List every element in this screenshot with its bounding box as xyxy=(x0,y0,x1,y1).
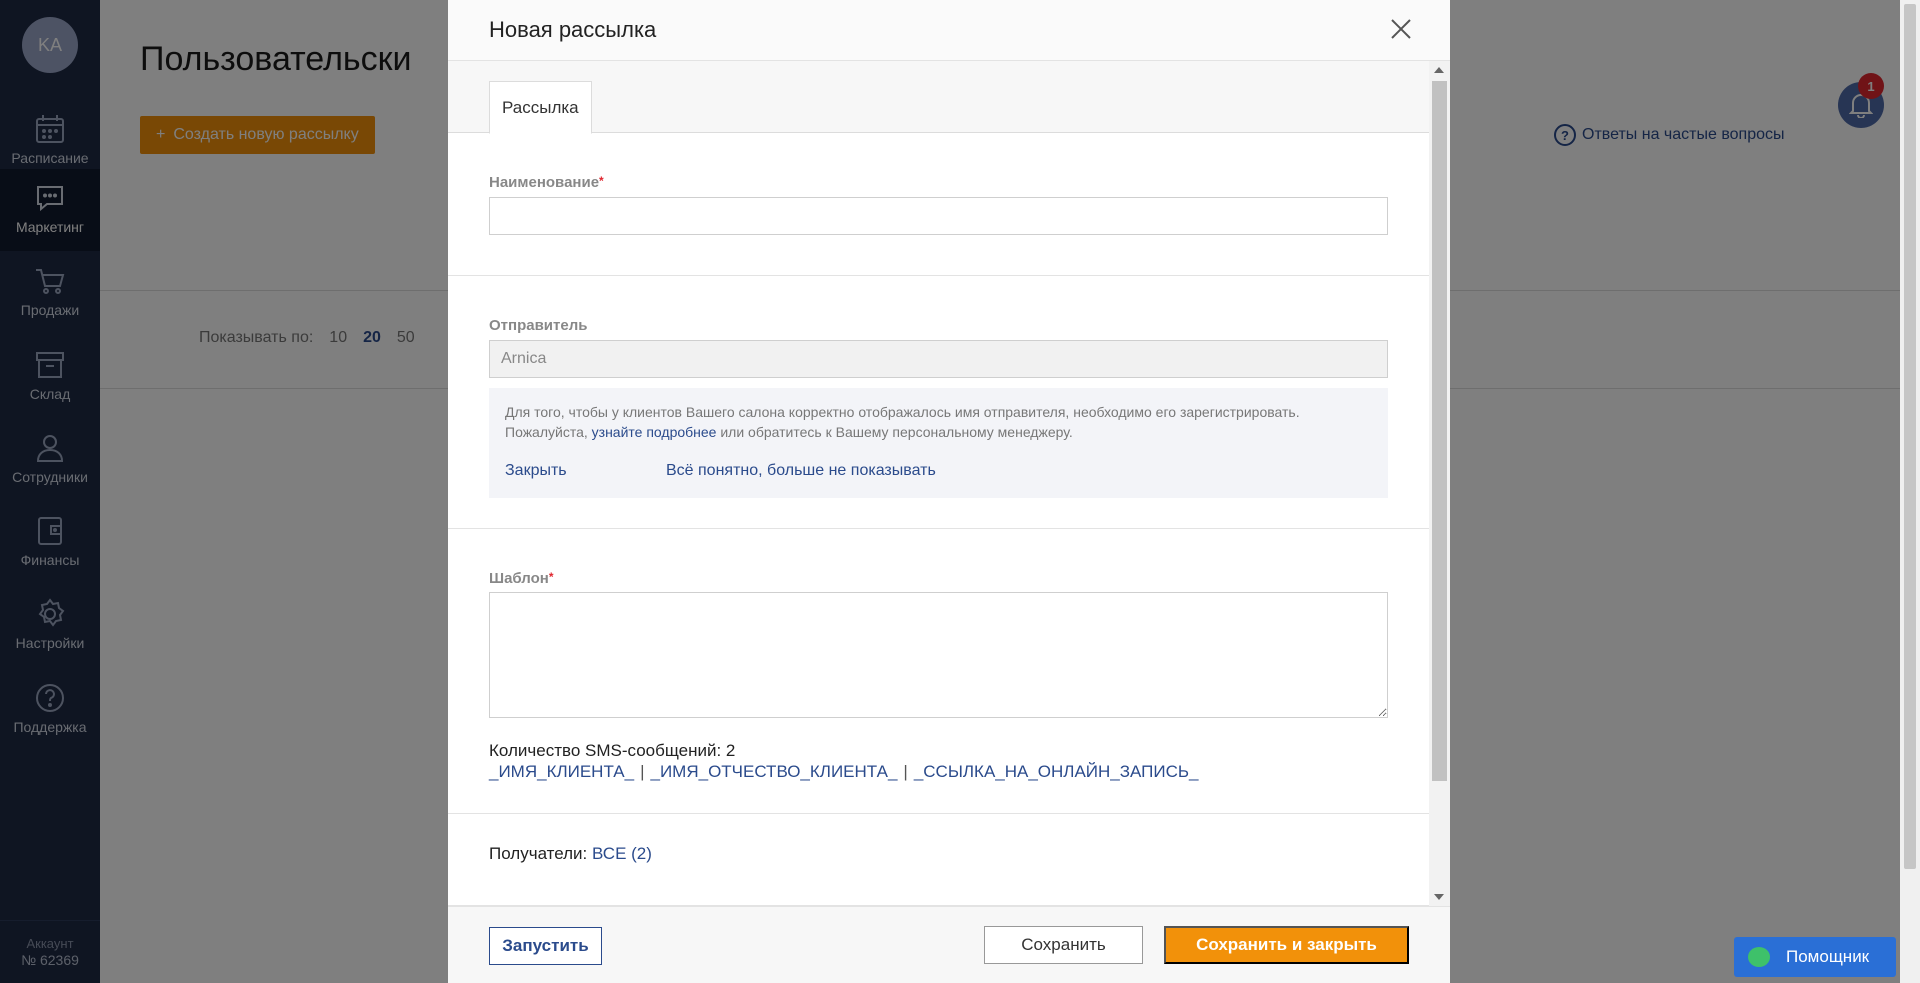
variable-client-name-patronymic[interactable]: _ИМЯ_ОТЧЕСТВО_КЛИЕНТА_ xyxy=(651,762,898,782)
section-divider xyxy=(448,813,1429,814)
template-variables: _ИМЯ_КЛИЕНТА_ | _ИМЯ_ОТЧЕСТВО_КЛИЕНТА_ |… xyxy=(489,762,1199,782)
modal-footer: Запустить Сохранить Сохранить и закрыть xyxy=(448,906,1450,983)
sender-input xyxy=(489,340,1388,378)
save-button[interactable]: Сохранить xyxy=(984,926,1143,964)
modal-scrollbar-thumb[interactable] xyxy=(1432,81,1447,781)
variable-client-name[interactable]: _ИМЯ_КЛИЕНТА_ xyxy=(489,762,634,782)
section-divider xyxy=(448,275,1429,276)
learn-more-link[interactable]: узнайте подробнее xyxy=(592,424,717,440)
info-text-1: Для того, чтобы у клиентов Вашего салона… xyxy=(505,404,1300,420)
required-marker: * xyxy=(548,570,554,584)
recipients: Получатели: ВСЕ (2) xyxy=(489,844,652,864)
sender-label: Отправитель xyxy=(489,317,588,334)
tabs-bar: Рассылка xyxy=(448,61,1429,134)
sms-count: Количество SMS-сообщений: 2 xyxy=(489,741,736,760)
info-dismiss-link[interactable]: Всё понятно, больше не показывать xyxy=(666,461,936,481)
tab-mailing[interactable]: Рассылка xyxy=(489,81,592,134)
name-label: Наименование* xyxy=(489,174,604,191)
recipients-link[interactable]: ВСЕ (2) xyxy=(592,844,652,863)
run-button[interactable]: Запустить xyxy=(489,927,602,965)
modal-header: Новая рассылка xyxy=(448,0,1450,61)
name-label-text: Наименование xyxy=(489,174,600,191)
window-scrollbar-thumb[interactable] xyxy=(1904,4,1916,869)
helper-label: Помощник xyxy=(1786,947,1870,966)
info-close-link[interactable]: Закрыть xyxy=(505,461,666,481)
window-scrollbar[interactable] xyxy=(1900,0,1920,983)
modal-scrollbar[interactable] xyxy=(1429,61,1450,906)
template-textarea[interactable] xyxy=(489,592,1388,718)
variable-online-booking-link[interactable]: _ССЫЛКА_НА_ОНЛАЙН_ЗАПИСЬ_ xyxy=(914,762,1199,782)
template-label-text: Шаблон xyxy=(489,570,549,587)
helper-button[interactable]: Помощник xyxy=(1734,937,1896,977)
info-text-2: Пожалуйста, узнайте подробнее или обрати… xyxy=(505,422,1372,442)
info-text-suffix: или обратитесь к Вашему персональному ме… xyxy=(720,424,1073,440)
variable-separator: | xyxy=(640,762,645,781)
save-and-close-button[interactable]: Сохранить и закрыть xyxy=(1164,926,1409,964)
required-marker: * xyxy=(599,174,604,188)
recipients-label: Получатели: xyxy=(489,844,588,863)
scroll-up-arrow-icon[interactable] xyxy=(1434,67,1444,73)
info-text-prefix: Пожалуйста, xyxy=(505,424,588,440)
new-mailing-modal: Новая рассылка Рассылка Наименование* От… xyxy=(448,0,1450,983)
close-icon[interactable] xyxy=(1388,16,1414,42)
scroll-down-arrow-icon[interactable] xyxy=(1434,894,1444,900)
sender-info-box: Для того, чтобы у клиентов Вашего салона… xyxy=(489,388,1388,498)
name-input[interactable] xyxy=(489,197,1388,235)
section-divider xyxy=(448,528,1429,529)
modal-body: Рассылка Наименование* Отправитель Для т… xyxy=(448,61,1429,906)
modal-title: Новая рассылка xyxy=(489,17,657,42)
variable-separator: | xyxy=(903,762,908,781)
chat-bubble-icon xyxy=(1748,947,1770,967)
info-actions: Закрыть Всё понятно, больше не показыват… xyxy=(505,461,936,481)
template-label: Шаблон* xyxy=(489,570,554,587)
